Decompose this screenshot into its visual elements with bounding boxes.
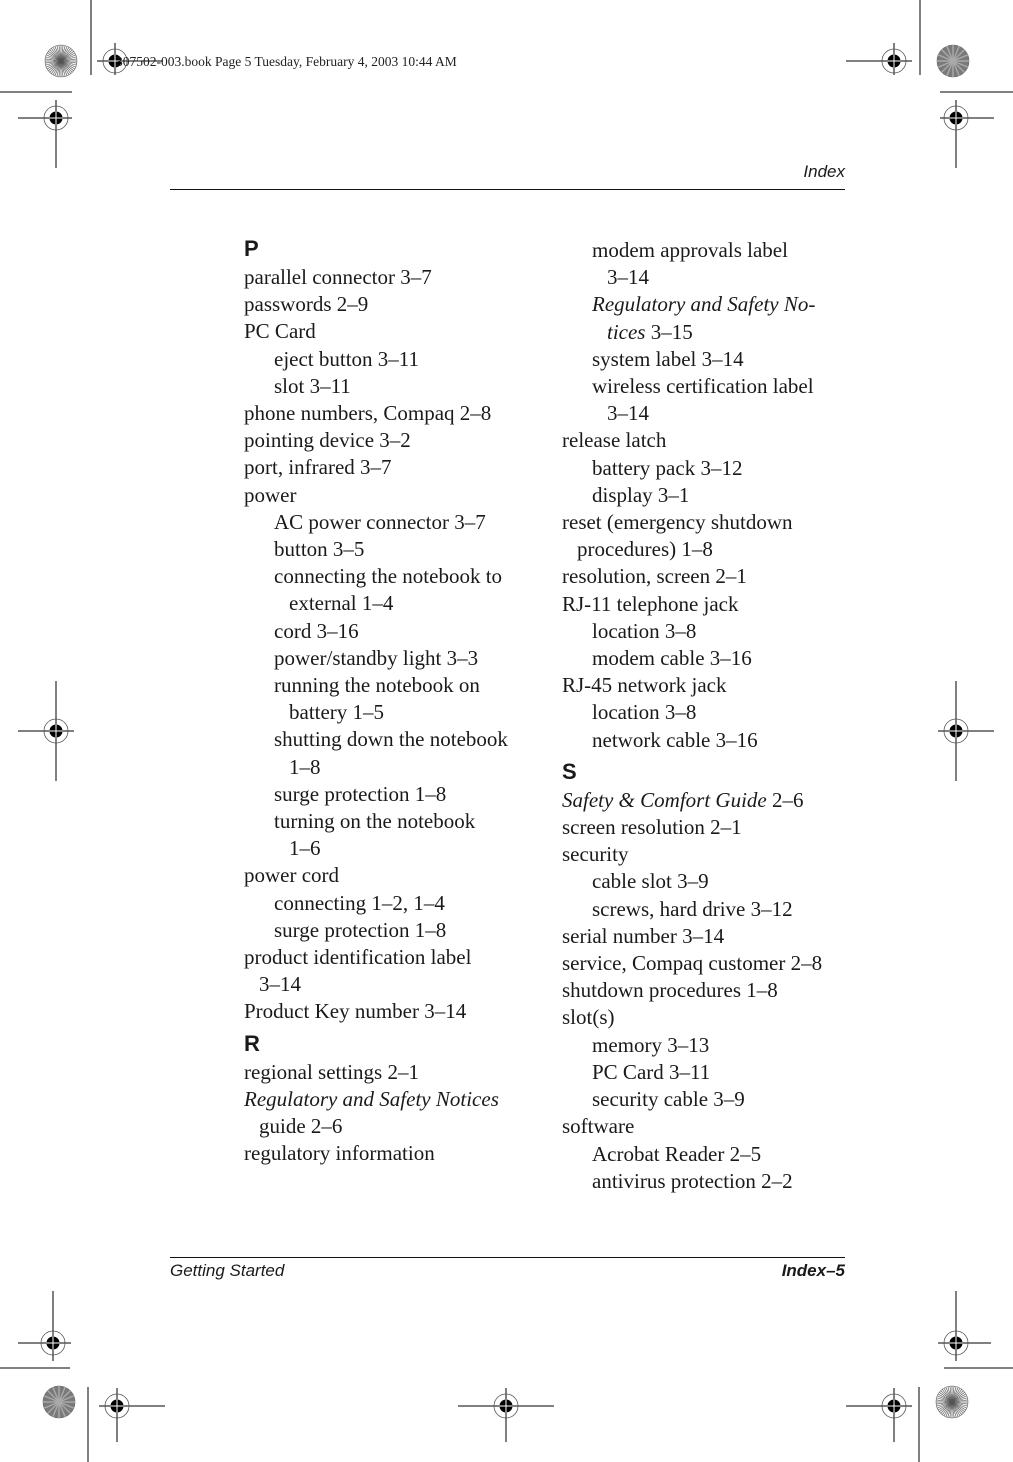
running-head: Index xyxy=(803,162,845,181)
index-subentry: antivirus protection 2–2 xyxy=(592,1168,793,1193)
index-entry: Safety & Comfort Guide 2–6 xyxy=(562,787,852,814)
index-entry-continuation: battery 1–5 xyxy=(289,700,385,725)
index-entry-title: Regulatory and Safety No- xyxy=(592,292,816,317)
index-letter-heading: R xyxy=(244,1030,260,1056)
index-subentry: battery pack 3–12 xyxy=(592,455,743,480)
registration-target-icon xyxy=(18,1291,71,1361)
registration-target-icon xyxy=(846,43,912,75)
index-entry: shutdown procedures 1–8 xyxy=(562,978,778,1003)
index-entry: screen resolution 2–1 xyxy=(562,815,742,840)
index-entry: product identification label xyxy=(244,945,472,970)
index-entry: power xyxy=(244,482,297,507)
registration-target-icon xyxy=(846,1388,912,1442)
index-subentry: cable slot 3–9 xyxy=(592,869,709,894)
index-entry: RJ-11 telephone jack xyxy=(562,591,739,616)
index-subentry: location 3–8 xyxy=(592,618,697,643)
index-entry: power cord xyxy=(244,863,340,888)
index-subentry: modem approvals label xyxy=(592,238,788,262)
index-entry: Product Key number 3–14 xyxy=(244,999,467,1024)
index-entry-continuation: guide 2–6 xyxy=(259,1114,343,1139)
index-subentry: location 3–8 xyxy=(592,700,697,725)
index-entry-text: 3–15 xyxy=(645,319,693,344)
index-entry: service, Compaq customer 2–8 xyxy=(562,951,823,976)
index-entry: regulatory information xyxy=(244,1141,435,1166)
index-entry: port, infrared 3–7 xyxy=(244,455,392,480)
index-entry: serial number 3–14 xyxy=(562,923,725,948)
index-entry: pointing device 3–2 xyxy=(244,428,411,453)
index-letter-heading: P xyxy=(244,236,259,261)
index-subentry: button 3–5 xyxy=(274,537,365,562)
registration-target-icon xyxy=(938,681,994,781)
index-column-right: modem approvals label 3–14 Regulatory and … xyxy=(562,237,852,1195)
index-entry-title: Safety & Comfort Guide xyxy=(562,787,767,812)
print-slug: 307502-003.book Page 5 Tuesday, February… xyxy=(116,54,457,69)
color-bar-starburst-icon xyxy=(42,1385,76,1419)
index-entry: Regulatory and Safety Notices xyxy=(244,1086,529,1113)
index-subentry: shutting down the notebook xyxy=(274,727,508,752)
index-entry-continuation: 1–6 xyxy=(289,836,321,861)
index-subentry: eject button 3–11 xyxy=(274,346,420,371)
index-entry: parallel connector 3–7 xyxy=(244,265,432,289)
registration-target-icon xyxy=(99,1388,165,1442)
index-subentry: Regulatory and Safety No- xyxy=(562,291,852,318)
index-entry-continuation: 3–14 xyxy=(607,401,649,426)
index-subentry: surge protection 1–8 xyxy=(274,781,447,806)
index-subentry: network cable 3–16 xyxy=(592,727,758,752)
index-subentry: memory 3–13 xyxy=(592,1032,710,1057)
registration-target-icon xyxy=(940,100,994,168)
header-rule xyxy=(170,189,845,190)
index-subentry: Acrobat Reader 2–5 xyxy=(592,1141,762,1166)
color-bar-starburst-icon xyxy=(935,1385,969,1419)
index-subentry: display 3–1 xyxy=(592,482,690,507)
index-entry-title: tices xyxy=(607,319,646,344)
footer-page-number: Index–5 xyxy=(781,1261,845,1280)
index-entry: passwords 2–9 xyxy=(244,292,369,317)
index-entry-continuation: external 1–4 xyxy=(289,591,394,616)
index-entry: phone numbers, Compaq 2–8 xyxy=(244,401,492,426)
index-subentry: surge protection 1–8 xyxy=(274,917,447,942)
index-subentry: connecting the notebook to xyxy=(274,564,503,589)
index-subentry: wireless certification label xyxy=(592,374,814,399)
index-letter-heading: S xyxy=(562,758,577,784)
index-subentry: modem cable 3–16 xyxy=(592,646,752,671)
color-bar-starburst-icon xyxy=(936,44,970,78)
index-entry-continuation: procedures) 1–8 xyxy=(577,537,713,562)
index-subentry: power/standby light 3–3 xyxy=(274,645,479,670)
index-entry: security xyxy=(562,842,629,867)
index-subentry: cord 3–16 xyxy=(274,618,359,643)
index-entry-continuation: tices 3–15 xyxy=(562,319,852,346)
index-entry: reset (emergency shutdown xyxy=(562,510,793,535)
index-entry: software xyxy=(562,1114,635,1139)
index-entry: regional settings 2–1 xyxy=(244,1059,419,1084)
index-subentry: slot 3–11 xyxy=(274,373,351,398)
index-entry: RJ-45 network jack xyxy=(562,673,727,698)
registration-target-icon xyxy=(18,100,72,168)
index-entry-continuation: 3–14 xyxy=(259,972,301,997)
registration-target-icon xyxy=(938,1291,991,1361)
index-entry: release latch xyxy=(562,428,667,453)
index-subentry: security cable 3–9 xyxy=(592,1087,745,1112)
index-entry: slot(s) xyxy=(562,1005,615,1030)
index-subentry: connecting 1–2, 1–4 xyxy=(274,890,445,915)
index-subentry: system label 3–14 xyxy=(592,346,744,371)
index-subentry: AC power connector 3–7 xyxy=(274,509,486,534)
index-subentry: PC Card 3–11 xyxy=(592,1059,711,1084)
index-subentry: screws, hard drive 3–12 xyxy=(592,896,793,921)
index-entry-continuation: 3–14 xyxy=(607,265,649,290)
registration-target-icon xyxy=(18,681,74,781)
registration-target-icon xyxy=(458,1388,554,1442)
index-subentry: running the notebook on xyxy=(274,673,480,698)
index-entry-continuation: 1–8 xyxy=(289,754,321,779)
footer-book-title: Getting Started xyxy=(170,1261,285,1280)
footer-rule xyxy=(170,1257,845,1258)
index-entry-text: 2–6 xyxy=(766,787,804,812)
index-subentry: turning on the notebook xyxy=(274,809,476,834)
index-entry-title: Regulatory and Safety Notices xyxy=(244,1086,499,1111)
index-entry: PC Card xyxy=(244,319,316,344)
index-column-left: Pparallel connector 3–7 passwords 2–9 PC C… xyxy=(244,235,529,1168)
color-bar-starburst-icon xyxy=(44,44,78,78)
index-entry: resolution, screen 2–1 xyxy=(562,564,747,589)
